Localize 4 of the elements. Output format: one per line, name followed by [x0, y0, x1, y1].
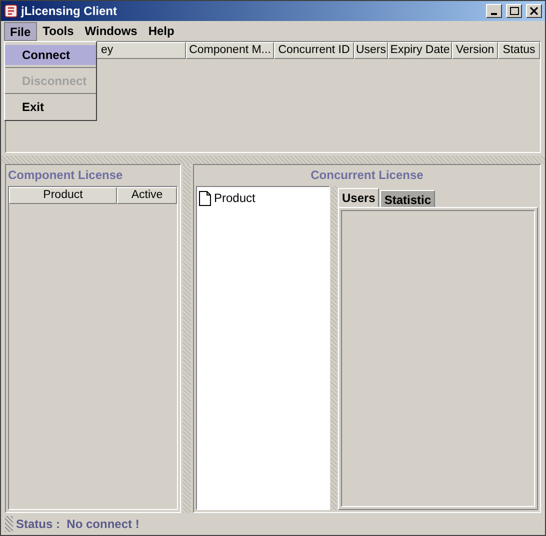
panel-title: Concurrent License — [310, 167, 424, 183]
window-title: jLicensing Client — [21, 3, 118, 20]
panel-title: Component License — [8, 167, 124, 183]
status-text: Status : No connect ! — [16, 516, 140, 533]
